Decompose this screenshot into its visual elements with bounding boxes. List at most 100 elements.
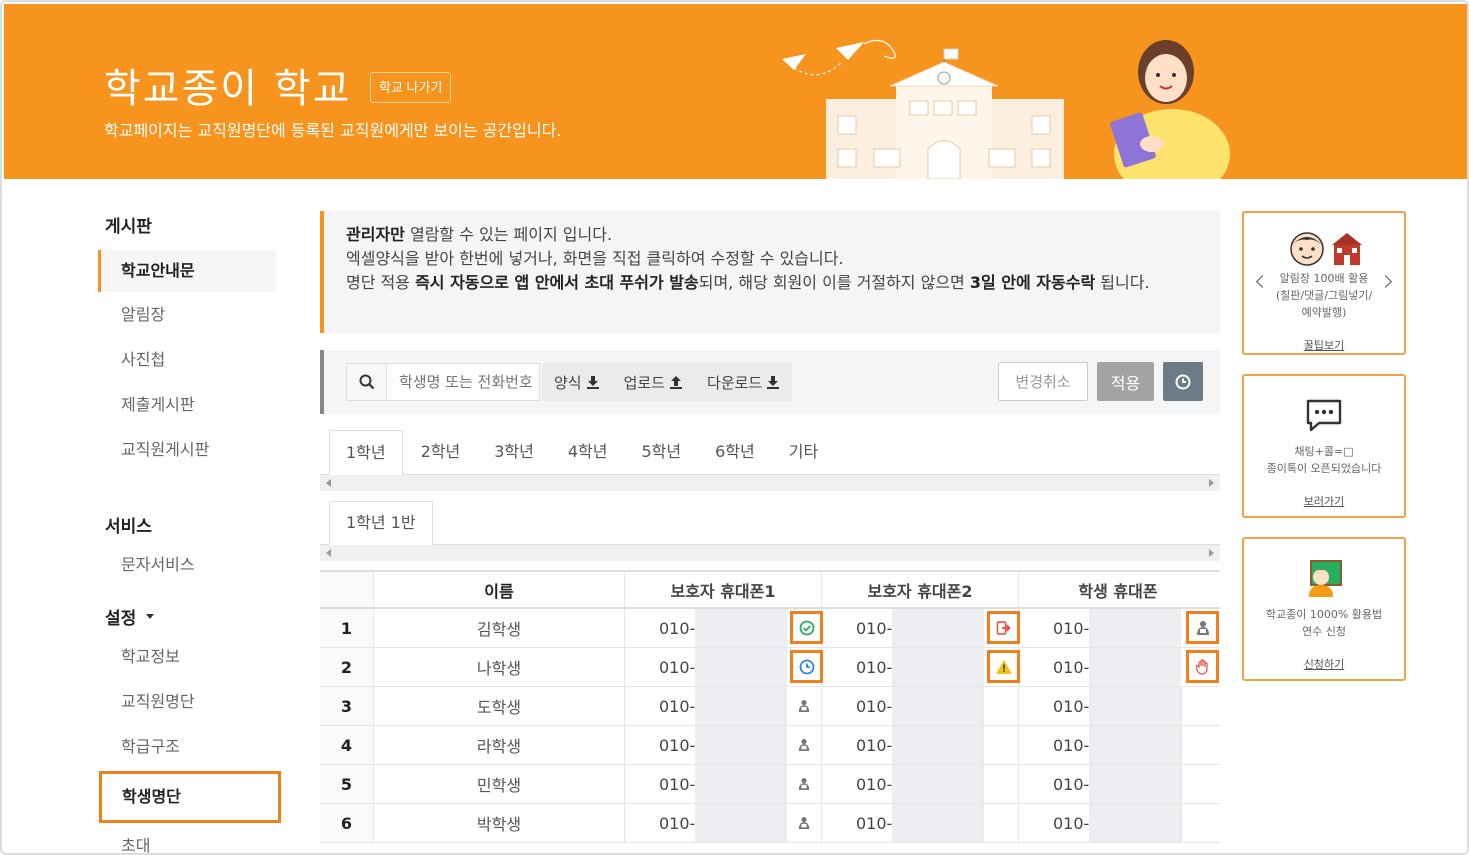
tip-card-notice[interactable]: 알림장 100배 활용 (칠판/댓글/그림넣기/ 예약발행) 꿀팁보기 [1242, 211, 1406, 355]
status-pending-icon[interactable] [785, 726, 821, 764]
status-left-icon[interactable] [987, 611, 1020, 644]
grade-tabs-scrollbar[interactable] [320, 475, 1220, 491]
sidebar-section-settings-label: 설정 [105, 608, 137, 629]
sidebar-item-staff-board[interactable]: 교직원게시판 [98, 427, 276, 472]
status-pending-icon[interactable] [785, 765, 821, 803]
tab-grade-4[interactable]: 4학년 [552, 430, 624, 474]
sidebar-item-photo-album[interactable]: 사진첩 [98, 337, 276, 382]
apply-link[interactable]: 신청하기 [1244, 656, 1404, 672]
tab-grade-6[interactable]: 6학년 [699, 430, 771, 474]
download-button[interactable]: 다운로드 [695, 363, 792, 401]
table-row[interactable]: 1 김학생 010- 010- 010- [320, 609, 1220, 648]
redacted-block [892, 648, 984, 686]
guardian-phone-2[interactable]: 010- [822, 648, 1020, 686]
sidebar-item-staff-list[interactable]: 교직원명단 [98, 679, 276, 724]
scroll-left-icon[interactable] [326, 549, 331, 557]
sidebar-item-notice[interactable]: 알림장 [98, 292, 276, 337]
table-row[interactable]: 2 나학생 010- 010- 010- [320, 648, 1220, 687]
chevron-down-icon [146, 613, 155, 619]
table-row[interactable]: 6 박학생 010- 010- 010- [320, 804, 1220, 843]
guardian-phone-2[interactable]: 010- [822, 609, 1020, 647]
search-input[interactable] [387, 364, 539, 400]
sidebar-item-class-structure[interactable]: 학급구조 [98, 724, 276, 769]
phone-value: 010- [659, 657, 696, 677]
sidebar-section-service: 서비스 [105, 516, 152, 537]
guardian-phone-1[interactable]: 010- [625, 609, 823, 647]
status-pending-icon[interactable] [1186, 611, 1219, 644]
redacted-block [1089, 648, 1181, 686]
student-phone[interactable]: 010- [1019, 609, 1219, 647]
empty-status-cell [1181, 804, 1217, 842]
guardian-phone-1[interactable]: 010- [625, 648, 823, 686]
student-name[interactable]: 도학생 [374, 687, 625, 725]
sidebar-item-invite[interactable]: 초대 [98, 823, 276, 853]
sidebar-section-settings[interactable]: 설정 [105, 604, 288, 629]
sidebar-item-school-info[interactable]: 학교정보 [98, 634, 276, 679]
student-name[interactable]: 김학생 [374, 609, 625, 647]
search-button[interactable] [347, 364, 387, 400]
status-joined-icon[interactable] [790, 611, 823, 644]
chat-card[interactable]: 채팅+콜=□ 종이톡이 오픈되었습니다 보러가기 [1242, 374, 1406, 518]
sidebar-item-school-notice[interactable]: 학교안내문 [98, 250, 276, 292]
search-icon [359, 374, 374, 390]
table-row[interactable]: 4 라학생 010- 010- 010- [320, 726, 1220, 765]
tab-other[interactable]: 기타 [773, 430, 834, 474]
student-phone[interactable]: 010- [1019, 765, 1217, 803]
status-rejected-icon[interactable] [1186, 650, 1219, 683]
training-card[interactable]: 학교종이 1000% 활용법 연수 신청 신청하기 [1242, 537, 1406, 681]
apply-button[interactable]: 적용 [1097, 362, 1154, 401]
tab-grade-1[interactable]: 1학년 [329, 430, 403, 475]
class-tabs-scrollbar[interactable] [320, 545, 1220, 561]
tab-grade-5[interactable]: 5학년 [626, 430, 698, 474]
tab-grade-2[interactable]: 2학년 [405, 430, 477, 474]
warning-icon[interactable] [987, 650, 1020, 683]
scroll-right-icon[interactable] [1209, 479, 1214, 487]
phone-value: 010- [659, 696, 696, 716]
tips-link[interactable]: 꿀팁보기 [1244, 337, 1404, 353]
guardian-phone-1[interactable]: 010- [625, 804, 822, 842]
sidebar-item-submission-board[interactable]: 제출게시판 [98, 382, 276, 427]
cancel-changes-button[interactable]: 변경취소 [998, 362, 1088, 401]
student-name[interactable]: 민학생 [374, 765, 625, 803]
table-row[interactable]: 3 도학생 010- 010- 010- [320, 687, 1220, 726]
redacted-block [892, 726, 984, 764]
chat-bubble-icon [1306, 399, 1342, 432]
phone-value: 010- [659, 774, 696, 794]
student-phone[interactable]: 010- [1019, 804, 1217, 842]
redacted-block [892, 609, 984, 647]
sidebar-item-sms-service[interactable]: 문자서비스 [98, 542, 276, 587]
guardian-phone-2[interactable]: 010- [822, 726, 1019, 764]
student-phone[interactable]: 010- [1019, 726, 1217, 764]
row-number: 6 [320, 804, 374, 842]
scroll-left-icon[interactable] [326, 479, 331, 487]
card-text-2: 연수 신청 [1302, 625, 1346, 638]
scroll-right-icon[interactable] [1209, 549, 1214, 557]
student-name[interactable]: 라학생 [374, 726, 625, 764]
history-button[interactable] [1163, 362, 1203, 401]
guardian-phone-1[interactable]: 010- [625, 765, 822, 803]
guardian-phone-1[interactable]: 010- [625, 687, 822, 725]
table-row[interactable]: 5 민학생 010- 010- 010- [320, 765, 1220, 804]
student-name[interactable]: 나학생 [374, 648, 625, 686]
student-phone[interactable]: 010- [1019, 687, 1217, 725]
guardian-phone-2[interactable]: 010- [822, 687, 1019, 725]
school-illustration [782, 39, 1230, 179]
leave-school-button[interactable]: 학교 나가기 [370, 72, 452, 103]
status-waiting-icon[interactable] [790, 650, 823, 683]
student-phone[interactable]: 010- [1019, 648, 1219, 686]
upload-button[interactable]: 업로드 [612, 363, 695, 401]
view-link[interactable]: 보러가기 [1244, 493, 1404, 509]
redacted-block [695, 609, 787, 647]
status-pending-icon[interactable] [785, 804, 821, 842]
status-pending-icon[interactable] [785, 687, 821, 725]
student-name[interactable]: 박학생 [374, 804, 625, 842]
grade-tabs: 1학년 2학년 3학년 4학년 5학년 6학년 기타 [320, 430, 1220, 475]
sidebar-item-student-list[interactable]: 학생명단 [99, 771, 281, 823]
guardian-phone-2[interactable]: 010- [822, 765, 1019, 803]
guardian-phone-2[interactable]: 010- [822, 804, 1019, 842]
tab-grade-3[interactable]: 3학년 [478, 430, 550, 474]
phone-value: 010- [856, 657, 893, 677]
template-download-button[interactable]: 양식 [542, 363, 612, 401]
guardian-phone-1[interactable]: 010- [625, 726, 822, 764]
tab-class-1-1[interactable]: 1학년 1반 [329, 501, 433, 545]
